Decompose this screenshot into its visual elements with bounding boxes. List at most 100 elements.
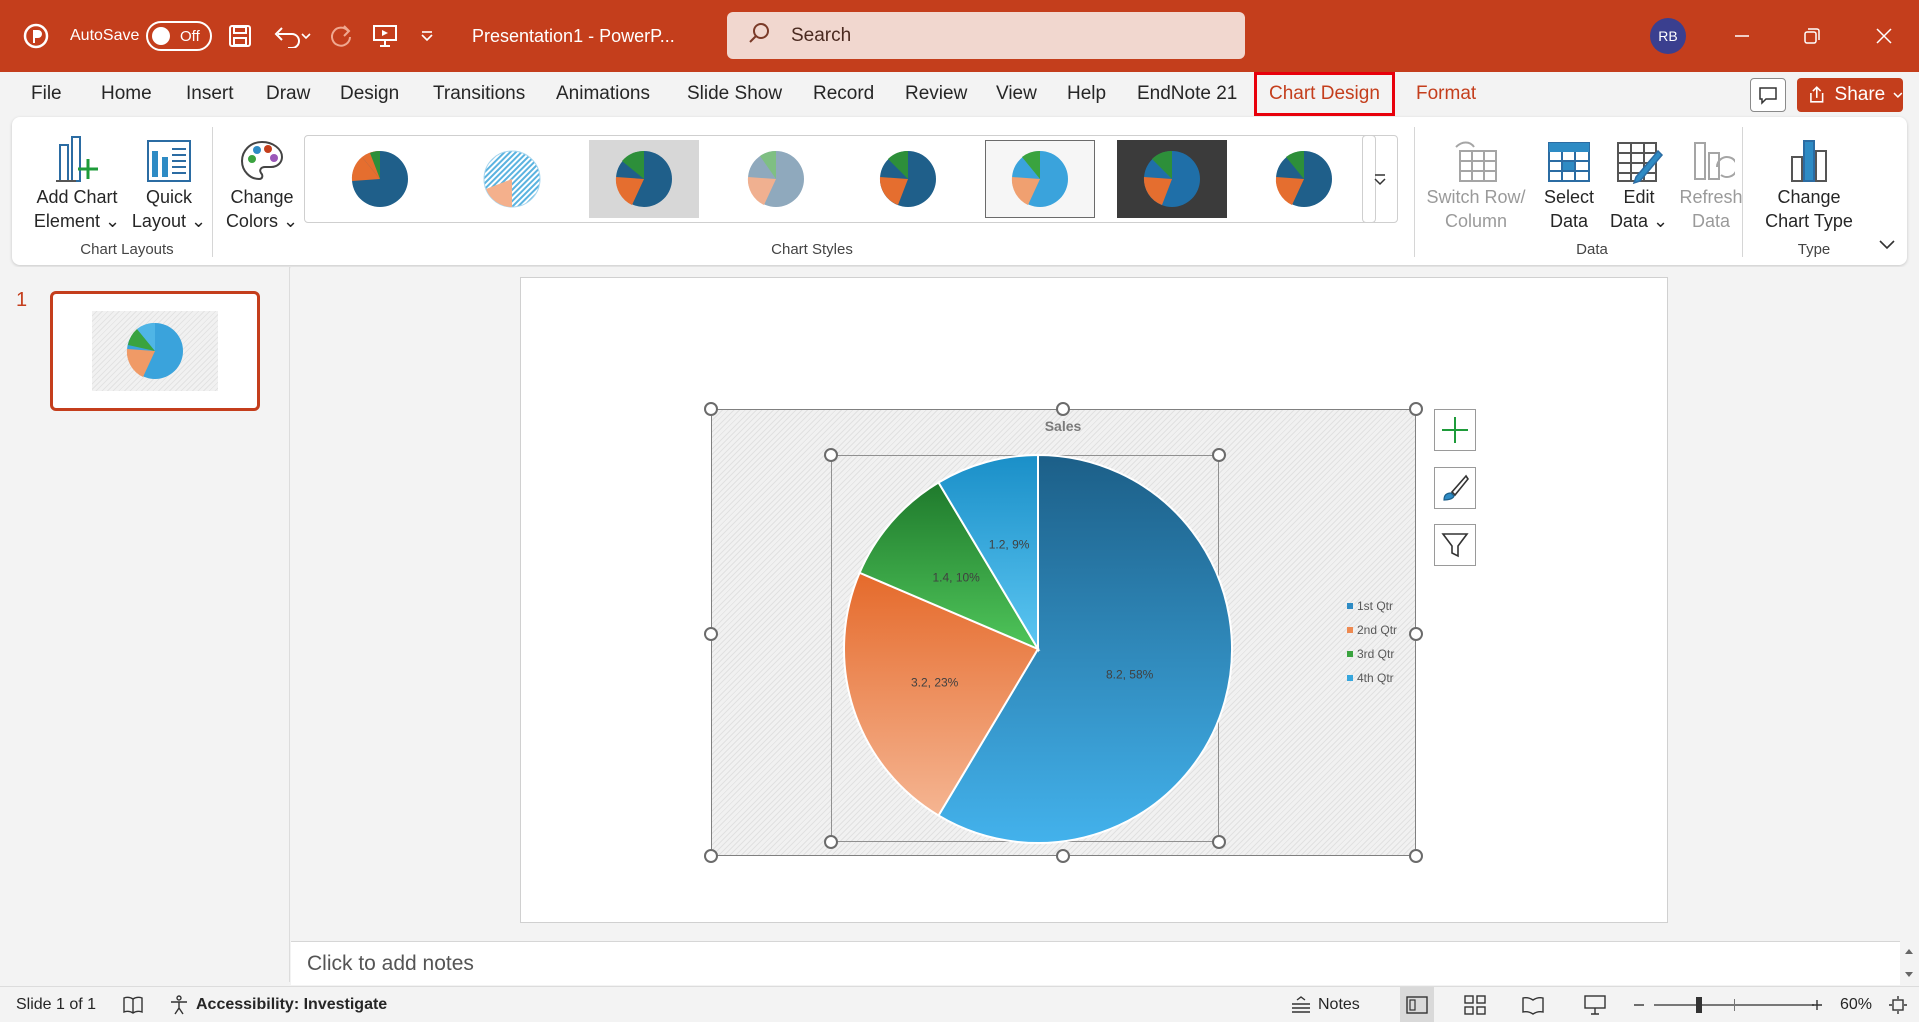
- autosave-toggle[interactable]: Off: [146, 0, 212, 72]
- refresh-data-button[interactable]: Refresh Data: [1674, 127, 1748, 233]
- chart-styles-button[interactable]: [1434, 467, 1476, 509]
- change-chart-type-label-2: Chart Type: [1765, 211, 1853, 231]
- tab-endnote[interactable]: EndNote 21: [1137, 72, 1237, 116]
- tab-view[interactable]: View: [996, 72, 1037, 116]
- edit-data-button[interactable]: Edit Data ⌄: [1604, 127, 1674, 233]
- tab-file[interactable]: File: [31, 72, 62, 116]
- zoom-slider[interactable]: [1654, 987, 1814, 1022]
- data-label-3[interactable]: 1.4, 10%: [932, 571, 980, 585]
- legend-swatch-4: [1347, 675, 1353, 681]
- user-avatar[interactable]: RB: [1650, 0, 1686, 72]
- chart-style-1[interactable]: [325, 140, 435, 218]
- data-label-4[interactable]: 1.2, 9%: [989, 537, 1030, 551]
- change-chart-type-label-1: Change: [1777, 187, 1841, 207]
- switch-row-column-button[interactable]: Switch Row/ Column: [1426, 127, 1526, 233]
- ribbon: Add Chart Element ⌄ Quick Layout ⌄ Chang…: [12, 117, 1907, 265]
- chart-style-4[interactable]: [721, 140, 831, 218]
- vertical-scrollbar[interactable]: [1900, 941, 1919, 985]
- normal-view-icon[interactable]: [1400, 987, 1434, 1022]
- slideshow-view-icon[interactable]: [1584, 987, 1606, 1022]
- data-label-1[interactable]: 8.2, 58%: [1106, 667, 1154, 681]
- accessibility-button[interactable]: Accessibility: Investigate: [168, 987, 387, 1022]
- minimize-icon[interactable]: [1722, 0, 1762, 72]
- plot-handle-bottom-left[interactable]: [824, 835, 838, 849]
- chart-style-2[interactable]: [457, 140, 567, 218]
- legend-entry-4[interactable]: 4th Qtr: [1357, 671, 1394, 685]
- quick-layout-button[interactable]: Quick Layout ⌄: [124, 127, 214, 233]
- chart-title[interactable]: Sales: [1045, 418, 1082, 434]
- restore-icon[interactable]: [1792, 0, 1832, 72]
- zoom-slider-thumb[interactable]: [1696, 997, 1702, 1013]
- reading-view-icon[interactable]: [1522, 987, 1544, 1022]
- present-from-start-icon[interactable]: [372, 0, 402, 72]
- resize-handle-bottom[interactable]: [1056, 849, 1070, 863]
- share-button[interactable]: Share: [1797, 78, 1903, 112]
- zoom-out-icon[interactable]: [1632, 987, 1646, 1022]
- refresh-data-icon: [1687, 127, 1735, 185]
- gallery-more-icon[interactable]: [1362, 135, 1398, 223]
- legend-swatch-2: [1347, 627, 1353, 633]
- collapse-ribbon-icon[interactable]: [1878, 237, 1902, 257]
- resize-handle-right[interactable]: [1409, 627, 1423, 641]
- accessibility-icon: [171, 995, 187, 1015]
- slide-sorter-icon[interactable]: [1464, 987, 1486, 1022]
- tab-record[interactable]: Record: [813, 72, 874, 116]
- legend-entry-2[interactable]: 2nd Qtr: [1357, 623, 1397, 637]
- chart-elements-button[interactable]: [1434, 409, 1476, 451]
- tab-chart-design[interactable]: Chart Design: [1254, 72, 1395, 116]
- data-label-2[interactable]: 3.2, 23%: [911, 676, 959, 690]
- tab-insert[interactable]: Insert: [186, 72, 234, 116]
- plot-handle-top-right[interactable]: [1212, 448, 1226, 462]
- customize-quick-access-icon[interactable]: [420, 0, 440, 72]
- change-chart-type-button[interactable]: Change Chart Type: [1754, 127, 1864, 233]
- change-chart-type-icon: [1786, 127, 1832, 185]
- search-box[interactable]: Search: [727, 12, 1245, 59]
- legend-entry-3[interactable]: 3rd Qtr: [1357, 647, 1394, 661]
- resize-handle-top-left[interactable]: [704, 402, 718, 416]
- zoom-level[interactable]: 60%: [1840, 987, 1872, 1022]
- plot-handle-bottom-right[interactable]: [1212, 835, 1226, 849]
- slide-thumbnail-1[interactable]: [50, 291, 260, 411]
- powerpoint-logo-icon: [20, 0, 52, 72]
- legend-swatch-1: [1347, 603, 1353, 609]
- resize-handle-bottom-right[interactable]: [1409, 849, 1423, 863]
- tab-animations[interactable]: Animations: [556, 72, 650, 116]
- resize-handle-top-right[interactable]: [1409, 402, 1423, 416]
- tab-slide-show[interactable]: Slide Show: [687, 72, 782, 116]
- chart-style-3[interactable]: [589, 140, 699, 218]
- select-data-button[interactable]: Select Data: [1534, 127, 1604, 233]
- legend-entry-1[interactable]: 1st Qtr: [1357, 599, 1393, 613]
- comments-button[interactable]: [1750, 78, 1786, 112]
- add-chart-element-button[interactable]: Add Chart Element ⌄: [32, 127, 122, 233]
- tab-transitions[interactable]: Transitions: [433, 72, 525, 116]
- chart-style-7[interactable]: [1117, 140, 1227, 218]
- ribbon-tabs: File Home Insert Draw Design Transitions…: [0, 72, 1919, 116]
- chart-style-6-selected[interactable]: [985, 140, 1095, 218]
- pie-chart[interactable]: Sales 8.2, 58% 3.2, 23% 1.4, 10% 1.2, 9% 1s…: [711, 409, 1416, 856]
- tab-design[interactable]: Design: [340, 72, 399, 116]
- plot-handle-top-left[interactable]: [824, 448, 838, 462]
- notes-pane[interactable]: Click to add notes: [291, 941, 1901, 985]
- chart-style-8[interactable]: [1249, 140, 1359, 218]
- chart-style-5[interactable]: [853, 140, 963, 218]
- tab-draw[interactable]: Draw: [266, 72, 310, 116]
- spelling-icon[interactable]: [122, 987, 144, 1022]
- undo-icon[interactable]: [272, 0, 316, 72]
- chart-filters-button[interactable]: [1434, 524, 1476, 566]
- redo-icon[interactable]: [328, 0, 358, 72]
- change-colors-button[interactable]: Change Colors ⌄: [222, 127, 302, 233]
- zoom-in-icon[interactable]: [1810, 987, 1824, 1022]
- tab-format[interactable]: Format: [1416, 72, 1476, 116]
- chart-styles-gallery[interactable]: [304, 135, 1376, 223]
- tab-home[interactable]: Home: [101, 72, 152, 116]
- resize-handle-top[interactable]: [1056, 402, 1070, 416]
- change-colors-label-1: Change: [230, 187, 294, 207]
- resize-handle-left[interactable]: [704, 627, 718, 641]
- notes-button[interactable]: Notes: [1290, 987, 1360, 1022]
- tab-help[interactable]: Help: [1067, 72, 1106, 116]
- fit-to-window-icon[interactable]: [1888, 987, 1908, 1022]
- tab-review[interactable]: Review: [905, 72, 967, 116]
- resize-handle-bottom-left[interactable]: [704, 849, 718, 863]
- save-icon[interactable]: [228, 0, 256, 72]
- close-icon[interactable]: [1864, 0, 1904, 72]
